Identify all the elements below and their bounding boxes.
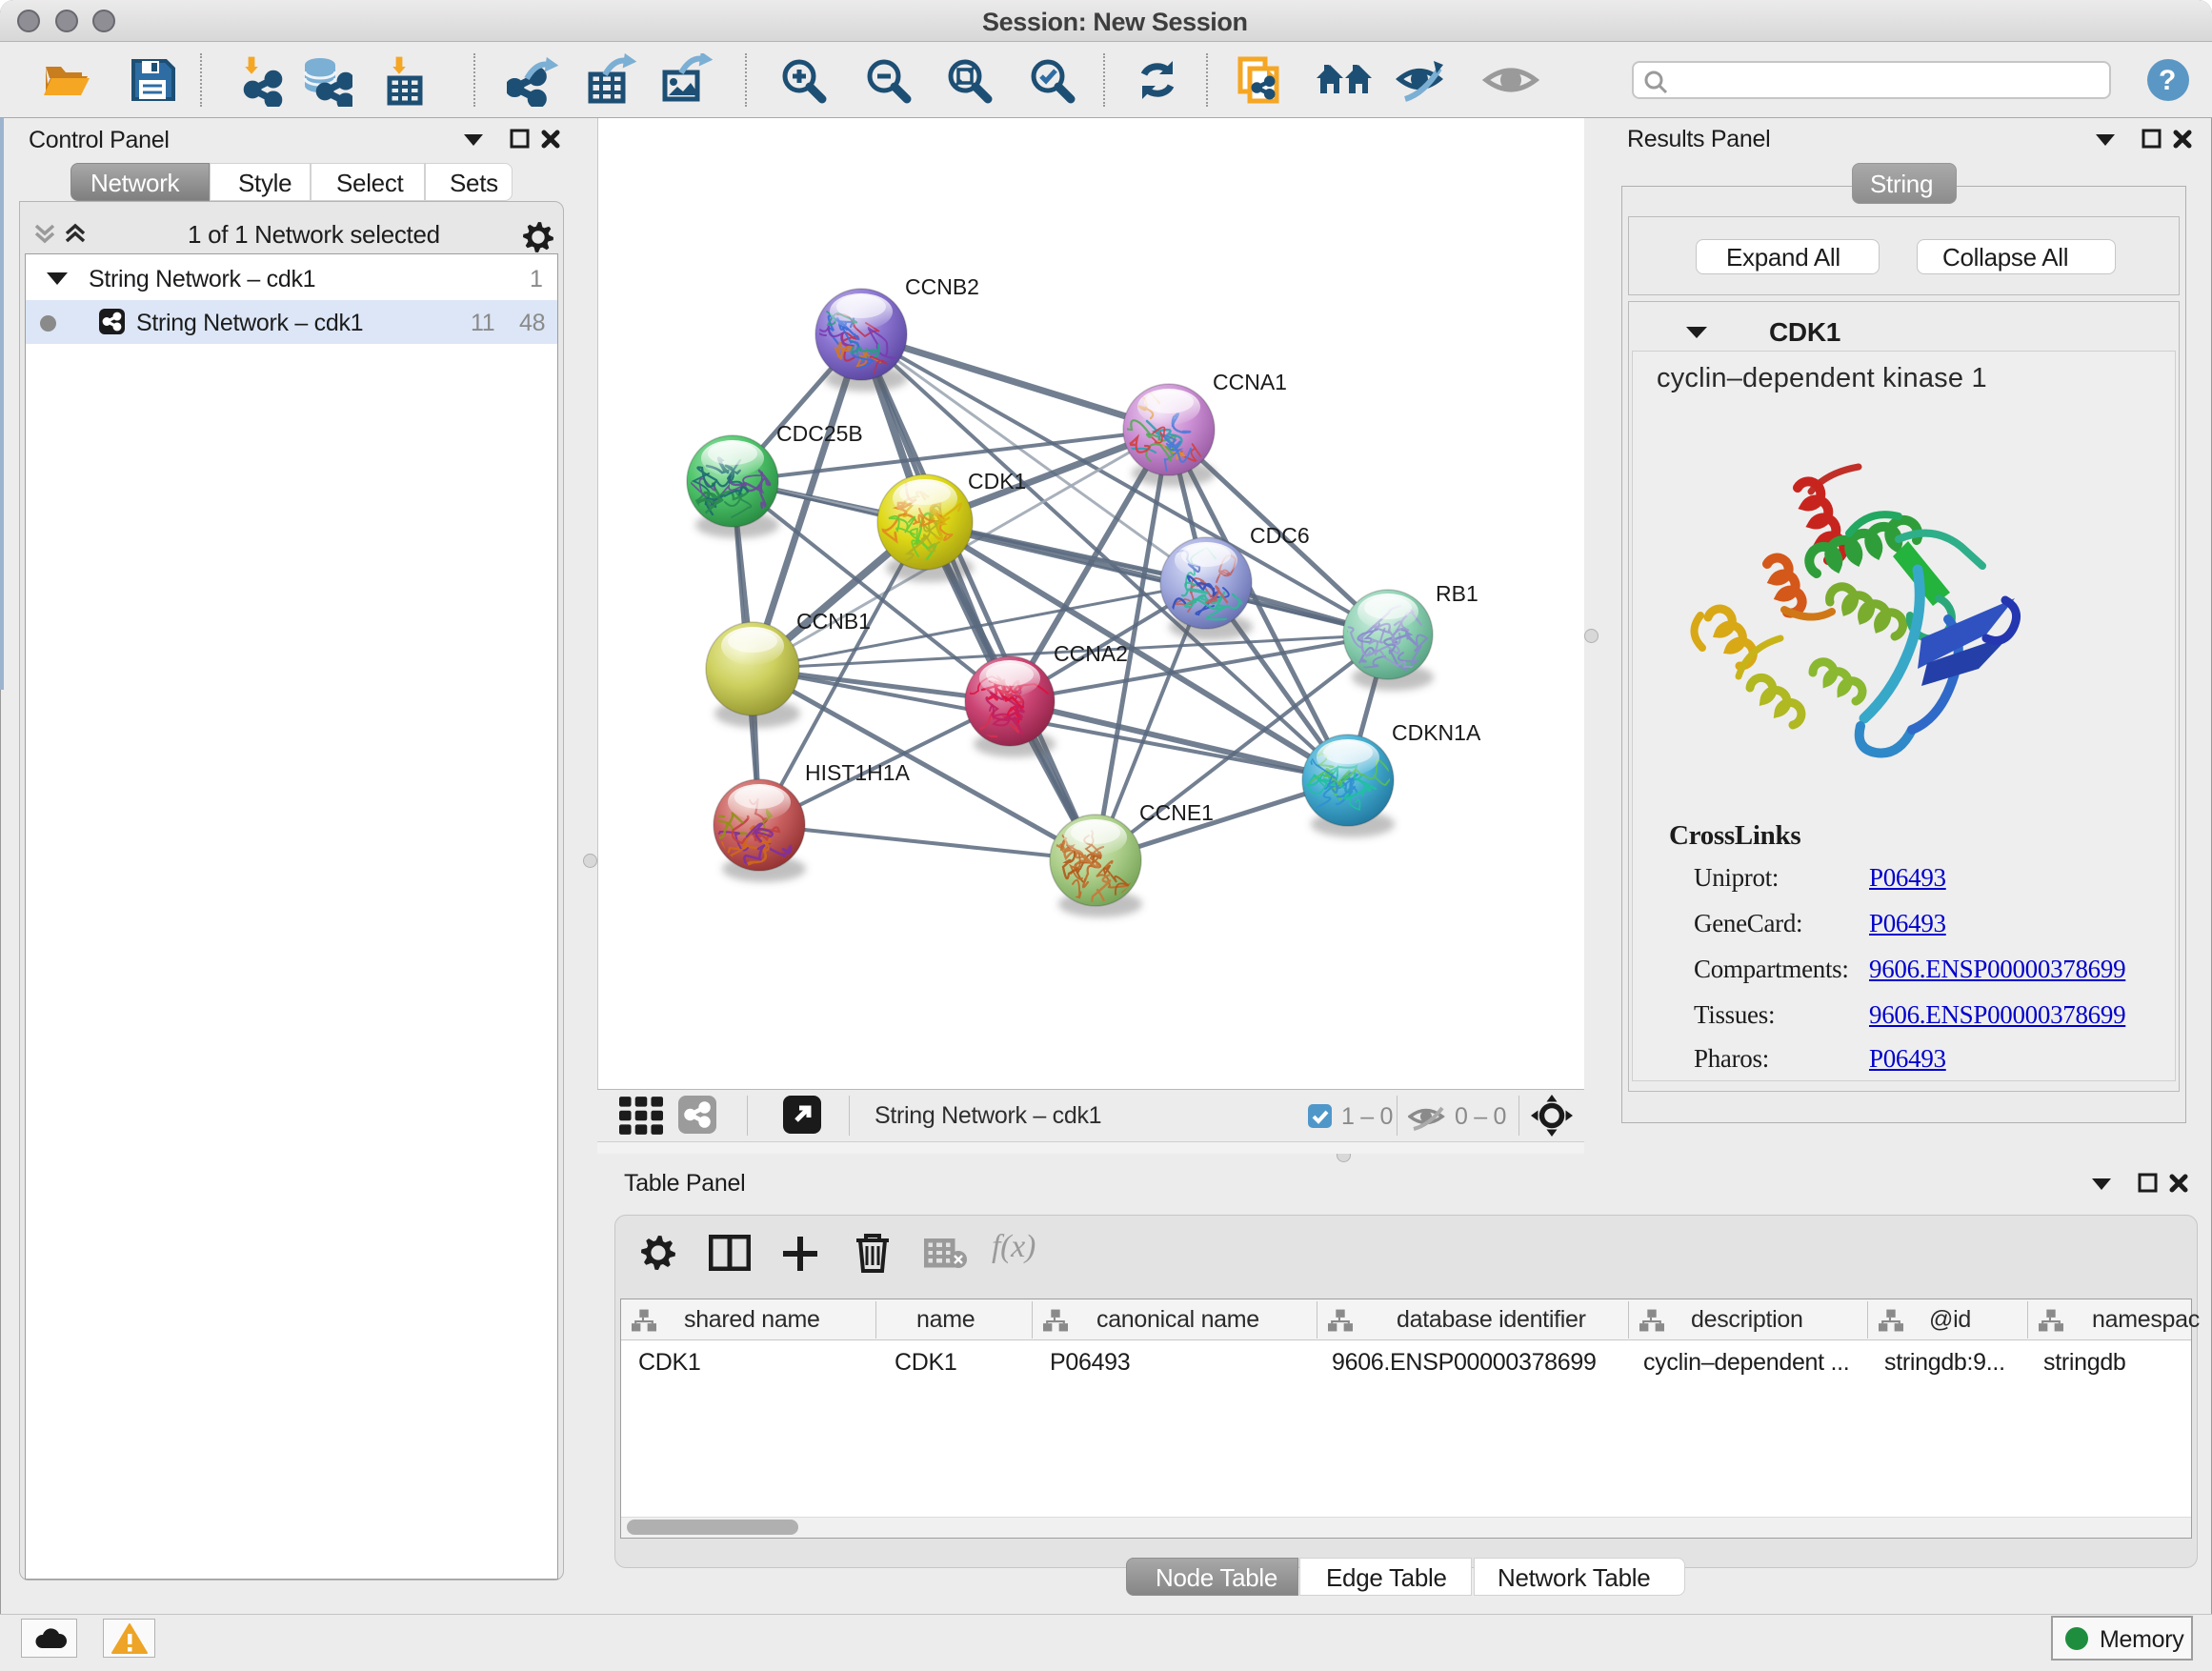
svg-text:CDK1: CDK1 <box>968 469 1026 493</box>
svg-text:CCNB2: CCNB2 <box>905 274 979 299</box>
svg-text:CCNA1: CCNA1 <box>1213 370 1287 394</box>
svg-text:CCNA2: CCNA2 <box>1054 641 1128 666</box>
svg-text:CDC25B: CDC25B <box>776 421 863 446</box>
svg-text:CDKN1A: CDKN1A <box>1392 720 1481 745</box>
svg-text:RB1: RB1 <box>1436 581 1478 606</box>
svg-text:HIST1H1A: HIST1H1A <box>805 760 911 785</box>
svg-text:CCNE1: CCNE1 <box>1139 800 1214 825</box>
svg-text:CDC6: CDC6 <box>1250 523 1310 548</box>
svg-text:CCNB1: CCNB1 <box>796 609 871 634</box>
